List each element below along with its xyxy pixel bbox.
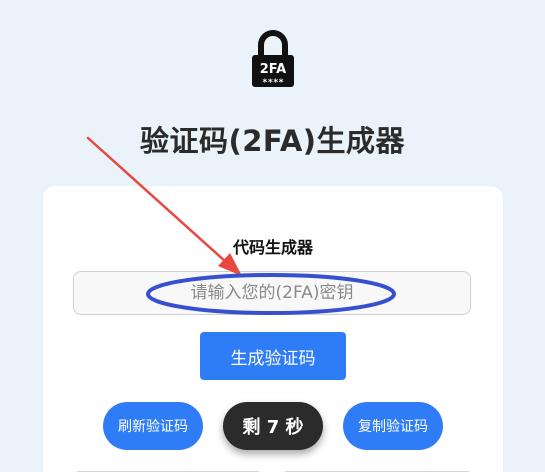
padlock-icon: 2FA **** — [252, 30, 294, 88]
page: 2FA **** 验证码(2FA)生成器 代码生成器 生成验证码 刷新验证码 剩… — [0, 0, 545, 472]
logo-stars-text: **** — [262, 78, 284, 88]
generate-code-button[interactable]: 生成验证码 — [200, 332, 346, 380]
generator-card: 代码生成器 生成验证码 刷新验证码 剩 7 秒 复制验证码 — [43, 186, 503, 472]
refresh-code-button[interactable]: 刷新验证码 — [103, 402, 203, 450]
logo-badge-text: 2FA — [260, 62, 287, 77]
countdown-badge: 剩 7 秒 — [223, 402, 323, 450]
page-title: 验证码(2FA)生成器 — [139, 124, 406, 158]
copy-code-button[interactable]: 复制验证码 — [343, 402, 443, 450]
card-title: 代码生成器 — [232, 238, 313, 257]
secret-key-input[interactable] — [73, 271, 471, 315]
